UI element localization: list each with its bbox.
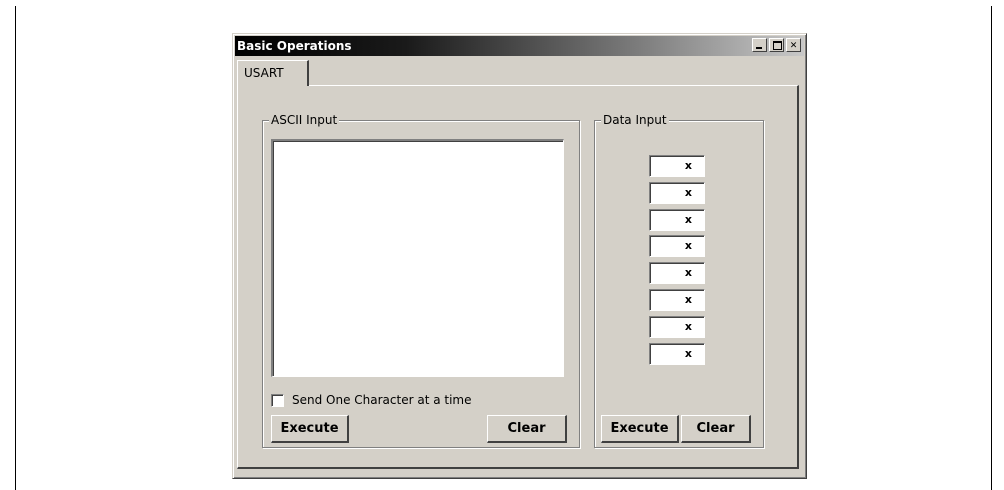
data-field-value: x xyxy=(684,185,692,199)
data-field-6[interactable]: x xyxy=(649,315,705,338)
data-input-group-label: Data Input xyxy=(601,113,669,127)
send-one-char-checkbox[interactable] xyxy=(271,393,284,407)
send-one-char-row[interactable]: Send One Character at a time xyxy=(271,393,472,407)
data-execute-button[interactable]: Execute xyxy=(601,415,679,443)
data-input-group: Data Input x x x x x x x x Execute Clear xyxy=(594,113,764,448)
window-title: Basic Operations xyxy=(237,39,352,53)
close-icon: ✕ xyxy=(790,38,797,51)
send-one-char-label[interactable]: Send One Character at a time xyxy=(292,393,472,407)
data-field-value: x xyxy=(684,212,692,226)
data-clear-button[interactable]: Clear xyxy=(681,415,751,443)
data-field-value: x xyxy=(684,239,692,253)
window-controls: ✕ xyxy=(752,38,801,52)
ascii-execute-button[interactable]: Execute xyxy=(271,415,349,443)
data-field-0[interactable]: x xyxy=(649,155,705,177)
maximize-button[interactable] xyxy=(769,38,784,52)
data-field-2[interactable]: x xyxy=(649,208,705,231)
title-bar[interactable]: Basic Operations ✕ xyxy=(235,36,804,56)
data-field-5[interactable]: x xyxy=(649,288,705,311)
ascii-clear-button[interactable]: Clear xyxy=(487,415,567,443)
data-field-1[interactable]: x xyxy=(649,181,705,204)
maximize-icon xyxy=(773,41,782,50)
basic-operations-window: Basic Operations ✕ USART ASCII Input Sen… xyxy=(232,33,807,479)
data-field-value: x xyxy=(684,346,692,360)
ascii-input-group-label: ASCII Input xyxy=(269,113,340,127)
data-field-4[interactable]: x xyxy=(649,262,705,285)
data-field-value: x xyxy=(684,292,692,306)
close-button[interactable]: ✕ xyxy=(786,38,801,52)
ascii-input-textarea[interactable] xyxy=(271,139,564,377)
data-field-value: x xyxy=(684,266,692,280)
data-field-value: x xyxy=(684,159,692,172)
data-field-value: x xyxy=(684,319,692,333)
tab-usart-label: USART xyxy=(244,66,284,80)
data-fields: x x x x x x x x xyxy=(649,155,705,369)
minimize-button[interactable] xyxy=(752,38,767,52)
tab-usart[interactable]: USART xyxy=(237,60,309,86)
usart-tab-panel: ASCII Input Send One Character at a time… xyxy=(237,85,799,469)
data-field-3[interactable]: x xyxy=(649,235,705,258)
minimize-icon xyxy=(756,47,762,49)
ascii-input-group: ASCII Input Send One Character at a time… xyxy=(262,113,580,448)
data-field-7[interactable]: x xyxy=(649,342,705,365)
